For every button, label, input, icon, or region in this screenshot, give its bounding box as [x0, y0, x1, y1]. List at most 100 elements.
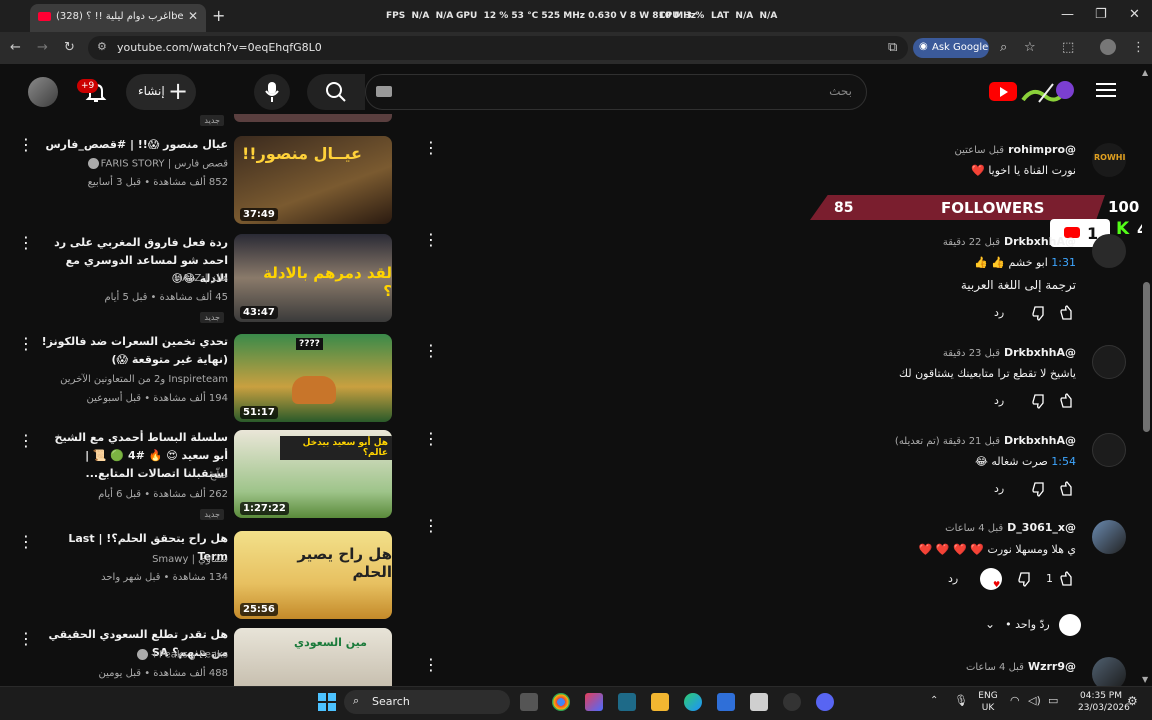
reply-button[interactable]: رد [948, 572, 958, 585]
notification-center-icon[interactable]: ⚙ [1127, 694, 1138, 708]
commenter-avatar[interactable]: ROWHI [1092, 143, 1126, 177]
wifi-icon[interactable]: ◠ [1010, 694, 1020, 707]
reload-icon[interactable]: ↻ [64, 40, 75, 55]
search-input[interactable]: بحث [365, 74, 867, 110]
ask-google-button[interactable]: ◉ Ask Google [913, 38, 989, 58]
video-channel[interactable]: هالز | HALZ [175, 273, 228, 284]
video-title[interactable]: تحدي تخمين السعرات ضد فالكونز! (نهاية غي… [38, 333, 228, 369]
scroll-up-icon[interactable]: ▲ [1142, 68, 1148, 77]
battery-icon[interactable]: ▭ [1048, 694, 1058, 707]
video-channel[interactable]: صلّح [210, 470, 228, 481]
video-menu-icon[interactable]: ⋮ [18, 433, 34, 449]
file-explorer-icon[interactable] [651, 693, 669, 711]
video-title[interactable]: سلسلة البساط أحمدي مع الشيخ أبو سعيد 😍 🔥… [38, 429, 228, 483]
account-avatar[interactable] [28, 77, 58, 107]
video-menu-icon[interactable]: ⋮ [18, 336, 34, 352]
comment-time[interactable]: قبل ساعتين [955, 145, 1005, 156]
input-language[interactable]: ENG UK [977, 690, 999, 714]
comment-author[interactable]: @Wzrr9 [1028, 660, 1076, 673]
address-bar[interactable]: ⚙ youtube.com/watch?v=0eqEhqfG8L0 [88, 36, 908, 60]
windows-start-icon[interactable] [318, 693, 336, 711]
hamburger-menu-icon[interactable] [1096, 83, 1116, 99]
dislike-icon[interactable] [1032, 393, 1048, 409]
browser-tab[interactable]: (328) اغرب دوام ليلية !! ؟be ✕ [30, 4, 206, 32]
mic-tray-icon[interactable]: 🎙 [954, 694, 968, 707]
like-icon[interactable] [1060, 481, 1076, 497]
dislike-icon[interactable] [1018, 571, 1034, 587]
tab-close-icon[interactable]: ✕ [188, 9, 198, 23]
comment-menu-icon[interactable]: ⋮ [423, 657, 439, 673]
new-tab-icon[interactable]: + [212, 6, 225, 25]
partial-thumbnail[interactable] [234, 114, 392, 122]
forward-icon[interactable]: → [37, 40, 48, 55]
copilot-icon[interactable] [585, 693, 603, 711]
volume-icon[interactable]: ◁) [1028, 694, 1041, 707]
comment-menu-icon[interactable]: ⋮ [423, 518, 439, 534]
mail-icon[interactable] [717, 693, 735, 711]
dev-app-icon[interactable] [618, 693, 636, 711]
comment-author[interactable]: @rohimpro [1008, 143, 1076, 156]
site-info-icon[interactable]: ⚙ [97, 40, 107, 53]
video-title[interactable]: عيال منصور 😱!! | #قصص_فارس [38, 136, 229, 154]
task-view-icon[interactable] [520, 693, 538, 711]
profile-icon[interactable] [1100, 39, 1116, 55]
keyboard-icon[interactable] [376, 86, 392, 97]
comment-timestamp-link[interactable]: 1:54 [1051, 455, 1076, 468]
minimize-icon[interactable]: — [1061, 7, 1074, 22]
reply-button[interactable]: رد [994, 306, 1004, 319]
browser-menu-icon[interactable]: ⋮ [1132, 40, 1145, 55]
like-icon[interactable] [1060, 305, 1076, 321]
video-thumbnail[interactable]: هل راح يصير الحلم 25:56 [234, 531, 392, 619]
comment-time[interactable]: قبل 22 دقيقة [943, 237, 1000, 248]
comment-author[interactable]: @D_3061_x [1007, 521, 1076, 534]
comment-timestamp-link[interactable]: 1:31 [1051, 256, 1076, 269]
video-menu-icon[interactable]: ⋮ [18, 235, 34, 251]
cast-icon[interactable]: ⧉ [888, 40, 897, 55]
video-channel[interactable]: Peaks و Peaks+ [135, 649, 228, 661]
commenter-avatar[interactable] [1092, 433, 1126, 467]
comment-menu-icon[interactable]: ⋮ [423, 140, 439, 156]
video-channel[interactable]: قصص فارس | FARIS STORY [86, 158, 228, 170]
edge-icon[interactable] [684, 693, 702, 711]
comment-author[interactable]: @DrkbxhhA [1004, 235, 1076, 248]
tray-overflow-icon[interactable]: ⌃ [930, 695, 938, 706]
steam-icon[interactable] [783, 693, 801, 711]
comment-author[interactable]: @DrkbxhhA [1004, 434, 1076, 447]
video-thumbnail[interactable]: لقد دمرهم بالادلة ؟ 43:47 [234, 234, 392, 322]
video-channel[interactable]: سماوي | Smawy [152, 554, 228, 565]
reply-button[interactable]: رد [994, 482, 1004, 495]
video-thumbnail[interactable]: هل أبو سعيد بيدخل عالم؟ 1:27:22 [234, 430, 392, 518]
reply-creator-avatar[interactable] [1059, 614, 1081, 636]
restore-icon[interactable]: ❐ [1095, 7, 1107, 22]
commenter-avatar[interactable] [1092, 520, 1126, 554]
comment-menu-icon[interactable]: ⋮ [423, 431, 439, 447]
dislike-icon[interactable] [1032, 481, 1048, 497]
back-icon[interactable]: ← [10, 40, 21, 55]
comment-time[interactable]: قبل 23 دقيقة [943, 348, 1000, 359]
video-channel[interactable]: Inspireteam و2 من المتعاونين الآخرين [60, 374, 228, 385]
comment-menu-icon[interactable]: ⋮ [423, 343, 439, 359]
voice-search-button[interactable] [254, 74, 290, 110]
scroll-down-icon[interactable]: ▼ [1142, 675, 1148, 684]
reply-button[interactable]: رد [994, 394, 1004, 407]
comment-time[interactable]: قبل 21 دقيقة (تم تعديله) [895, 436, 1000, 447]
chrome-icon[interactable] [552, 693, 570, 711]
comment-menu-icon[interactable]: ⋮ [423, 232, 439, 248]
replies-toggle[interactable]: ⌄ • ردّ واحد [985, 617, 1050, 631]
video-thumbnail[interactable]: عيــال منصور!! 37:49 [234, 136, 392, 224]
commenter-avatar[interactable] [1092, 234, 1126, 268]
video-menu-icon[interactable]: ⋮ [18, 534, 34, 550]
taskbar-clock[interactable]: 04:35 PM 23/03/2026 [1078, 690, 1130, 714]
video-menu-icon[interactable]: ⋮ [18, 631, 34, 647]
zoom-icon[interactable]: ⌕ [1000, 40, 1007, 55]
video-menu-icon[interactable]: ⋮ [18, 137, 34, 153]
translate-link[interactable]: ترجمة إلى اللغة العربية [961, 278, 1076, 292]
window-close-icon[interactable]: ✕ [1129, 7, 1140, 22]
create-button[interactable]: إنشاء + [126, 74, 196, 110]
video-thumbnail[interactable]: ???? 51:17 [234, 334, 392, 422]
like-icon[interactable] [1060, 571, 1076, 587]
bookmark-star-icon[interactable]: ☆ [1024, 40, 1036, 55]
video-thumbnail[interactable]: مين السعودي [234, 628, 392, 686]
youtube-logo-icon[interactable] [989, 82, 1017, 101]
taskbar-search[interactable]: ⌕ Search [344, 690, 510, 714]
